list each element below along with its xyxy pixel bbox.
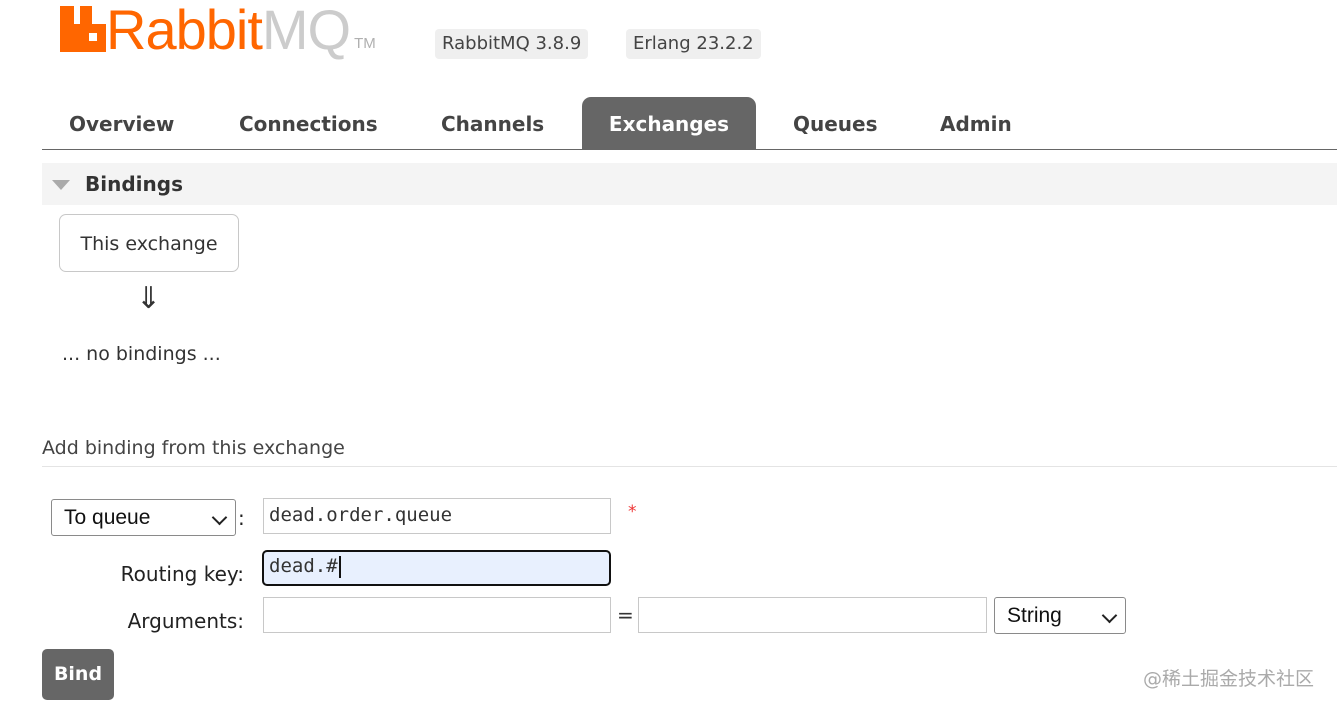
tab-exchanges[interactable]: Exchanges	[582, 97, 756, 149]
rabbitmq-logo-icon	[60, 6, 106, 52]
collapse-triangle-icon[interactable]	[52, 180, 70, 190]
destination-input[interactable]: dead.order.queue	[263, 498, 611, 534]
rabbitmq-logo[interactable]: RabbitMQ TM	[60, 2, 376, 58]
bind-button[interactable]: Bind	[42, 649, 114, 700]
chevron-down-icon	[211, 509, 228, 526]
tab-connections[interactable]: Connections	[239, 97, 378, 149]
logo-trademark: TM	[354, 35, 376, 52]
bindings-section-header[interactable]: Bindings	[42, 163, 1337, 205]
watermark-text: @稀土掘金技术社区	[1143, 668, 1315, 690]
this-exchange-box: This exchange	[59, 214, 239, 272]
text-caret	[338, 555, 341, 578]
routing-key-input[interactable]: dead.#	[262, 550, 611, 586]
tab-admin[interactable]: Admin	[940, 97, 1012, 149]
argument-type-select[interactable]: String	[994, 597, 1126, 634]
bindings-section-title: Bindings	[85, 172, 183, 196]
routing-key-label: Routing key:	[120, 562, 244, 586]
required-marker: *	[628, 502, 637, 522]
chevron-down-icon	[1101, 607, 1118, 624]
destination-value: dead.order.queue	[269, 504, 453, 526]
logo-wordmark: RabbitMQ	[106, 0, 351, 61]
destination-colon: :	[238, 506, 245, 530]
rabbitmq-version-badge: RabbitMQ 3.8.9	[435, 29, 589, 59]
argument-type-value: String	[1007, 604, 1062, 627]
erlang-version-badge: Erlang 23.2.2	[626, 29, 761, 59]
argument-value-input[interactable]	[638, 597, 987, 633]
routing-key-value: dead.#	[269, 555, 338, 577]
arguments-label: Arguments:	[127, 609, 244, 633]
destination-type-select[interactable]: To queue	[51, 499, 236, 536]
add-binding-title: Add binding from this exchange	[42, 437, 1337, 467]
tab-overview[interactable]: Overview	[69, 97, 174, 149]
down-arrow-icon: ⇓	[136, 281, 162, 316]
argument-key-input[interactable]	[263, 597, 611, 633]
equals-sign: =	[617, 603, 634, 627]
destination-type-value: To queue	[64, 506, 151, 529]
main-tabs: Overview Connections Channels Exchanges …	[42, 97, 1337, 150]
tab-queues[interactable]: Queues	[793, 97, 878, 149]
no-bindings-text: ... no bindings ...	[62, 343, 221, 365]
tab-channels[interactable]: Channels	[441, 97, 544, 149]
